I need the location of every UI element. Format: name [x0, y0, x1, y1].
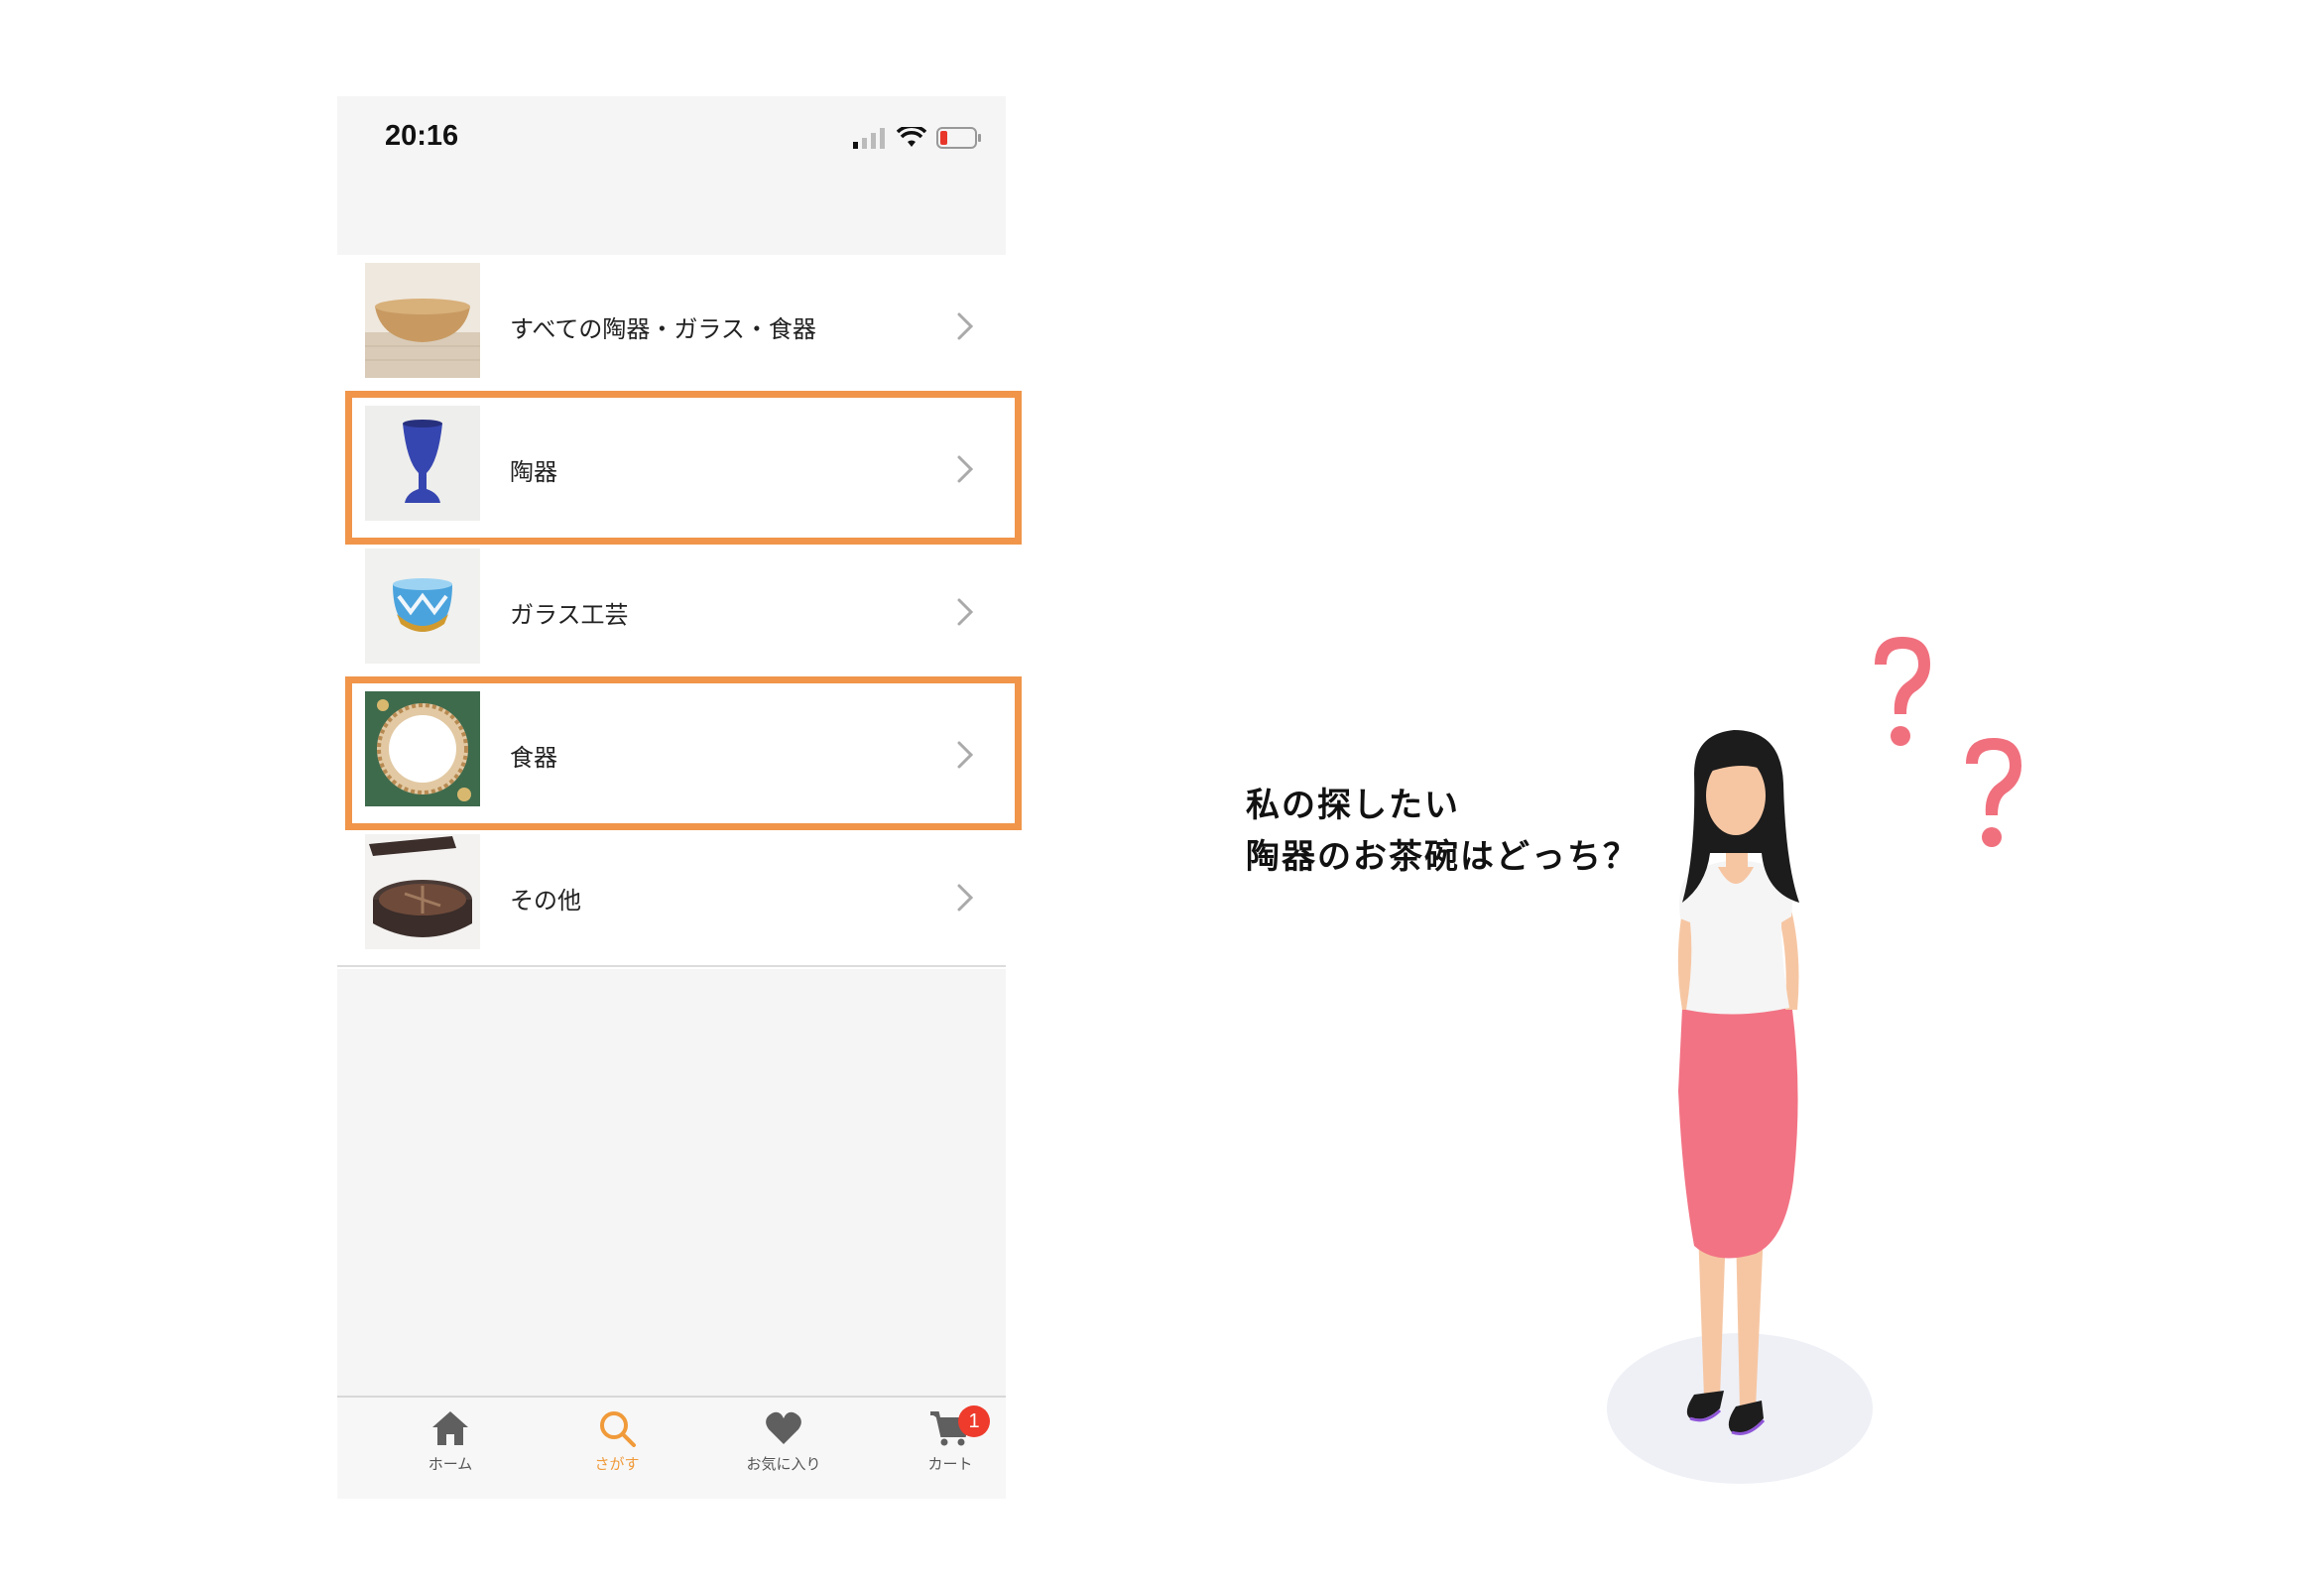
- tab-label: ホーム: [428, 1455, 473, 1473]
- category-thumbnail-blue-cup: [365, 406, 480, 521]
- chevron-right-icon: [957, 455, 974, 483]
- chevron-right-icon: [957, 741, 974, 769]
- category-label: すべての陶器・ガラス・食器: [510, 315, 816, 343]
- cart-badge: 1: [958, 1405, 990, 1437]
- category-item-all[interactable]: すべての陶器・ガラス・食器: [337, 255, 1006, 398]
- category-item-other[interactable]: その他: [337, 826, 1006, 969]
- category-item-pottery[interactable]: 陶器: [337, 398, 1006, 541]
- status-time: 20:16: [385, 120, 459, 152]
- tab-favorites[interactable]: お気に入り: [724, 1409, 843, 1499]
- home-icon: [432, 1411, 468, 1445]
- category-thumbnail-glass-bowl: [365, 549, 480, 664]
- tab-label: カート: [927, 1455, 973, 1473]
- tab-home[interactable]: ホーム: [391, 1409, 510, 1499]
- battery-icon: [936, 127, 981, 149]
- caption-line-2: 陶器のお茶碗はどっち？: [1246, 837, 1639, 877]
- wifi-icon: [897, 127, 926, 147]
- chevron-right-icon: [957, 884, 974, 912]
- category-label: 陶器: [510, 458, 557, 486]
- phone-screen: 20:16 陶器・ガラス・食器からさがす すべての陶器・ガラス・食器 陶器 ガラ…: [337, 96, 1022, 1499]
- question-caption: 私の探したい 陶器のお茶碗はどっち？: [1246, 780, 1639, 883]
- category-thumbnail-wooden-bowl: [365, 263, 480, 378]
- question-mark-icon: [1966, 738, 2021, 847]
- question-mark-icon: [1875, 637, 1930, 746]
- tab-bar: ホーム さがす お気に入り 1 カート: [337, 1396, 1006, 1499]
- tab-search[interactable]: さがす: [557, 1409, 676, 1499]
- search-icon: [600, 1411, 636, 1447]
- category-item-glass[interactable]: ガラス工芸: [337, 541, 1006, 683]
- status-bar: 20:16: [337, 96, 1006, 176]
- skirt: [1678, 998, 1798, 1259]
- heart-icon: [766, 1411, 801, 1444]
- category-thumbnail-lacquer-box: [365, 834, 480, 949]
- list-divider: [337, 965, 1006, 967]
- tab-label: さがす: [594, 1455, 640, 1473]
- signal-icon: [853, 128, 885, 149]
- status-icons: [853, 126, 982, 150]
- chevron-right-icon: [957, 598, 974, 626]
- category-list: すべての陶器・ガラス・食器 陶器 ガラス工芸 食器 その他: [337, 255, 1006, 969]
- chevron-right-icon: [957, 312, 974, 340]
- confused-woman-illustration: [1607, 637, 2021, 1484]
- category-label: ガラス工芸: [510, 601, 629, 629]
- tab-cart[interactable]: 1 カート: [891, 1405, 1010, 1499]
- category-label: その他: [510, 887, 581, 915]
- category-label: 食器: [510, 744, 557, 772]
- category-thumbnail-plate: [365, 691, 480, 806]
- tab-label: お気に入り: [746, 1455, 821, 1473]
- category-item-tableware[interactable]: 食器: [337, 683, 1006, 826]
- caption-line-1: 私の探したい: [1246, 786, 1460, 825]
